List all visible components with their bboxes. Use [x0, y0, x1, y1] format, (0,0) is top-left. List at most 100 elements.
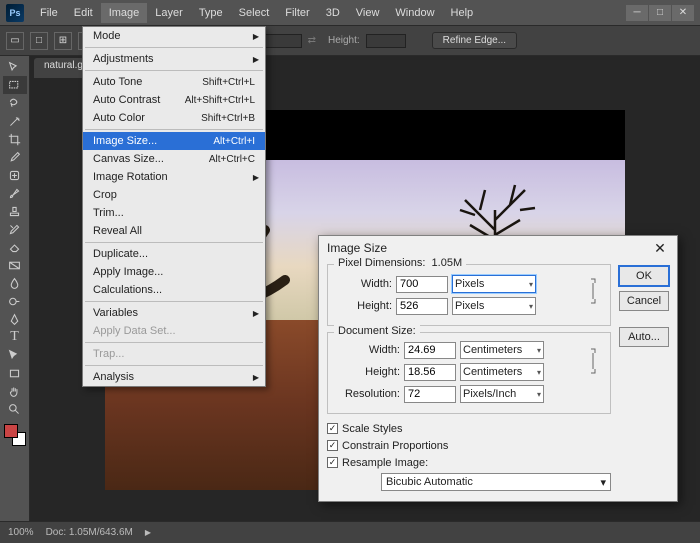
menu-item[interactable]: Apply Image...: [83, 263, 265, 281]
foreground-swatch[interactable]: [4, 424, 18, 438]
history-brush-icon[interactable]: [3, 220, 27, 238]
dodge-tool-icon[interactable]: [3, 292, 27, 310]
minimize-button[interactable]: ─: [626, 5, 648, 21]
tool-preset-icon[interactable]: ▭: [6, 32, 24, 50]
maximize-button[interactable]: □: [649, 5, 671, 21]
menu-edit[interactable]: Edit: [66, 3, 101, 23]
menu-item[interactable]: Calculations...: [83, 281, 265, 299]
menu-item[interactable]: Adjustments▶: [83, 50, 265, 68]
eyedropper-tool-icon[interactable]: [3, 148, 27, 166]
close-button[interactable]: ✕: [672, 5, 694, 21]
crop-tool-icon[interactable]: [3, 130, 27, 148]
menu-file[interactable]: File: [32, 3, 66, 23]
menu-item[interactable]: Mode▶: [83, 27, 265, 45]
lasso-tool-icon[interactable]: [3, 94, 27, 112]
height-label: Height:: [328, 35, 360, 46]
pixel-dim-title: Pixel Dimensions: 1.05M: [334, 257, 466, 269]
ok-button[interactable]: OK: [619, 266, 669, 286]
menu-item[interactable]: Image Rotation▶: [83, 168, 265, 186]
menu-item[interactable]: Variables▶: [83, 304, 265, 322]
menu-item[interactable]: Image Size...Alt+Ctrl+I: [83, 132, 265, 150]
selection-add-icon[interactable]: ⊞: [54, 32, 72, 50]
resample-method-select[interactable]: Bicubic Automatic▾: [381, 473, 611, 491]
px-width-input[interactable]: [396, 276, 448, 293]
zoom-tool-icon[interactable]: [3, 400, 27, 418]
menu-item[interactable]: Trim...: [83, 204, 265, 222]
type-tool-icon[interactable]: T: [3, 328, 27, 346]
marquee-tool-icon[interactable]: [3, 76, 27, 94]
resample-checkbox[interactable]: ✓: [327, 457, 338, 468]
color-swatches[interactable]: [4, 424, 26, 446]
app-logo: Ps: [6, 4, 24, 22]
cancel-button[interactable]: Cancel: [619, 291, 669, 311]
doc-height-input[interactable]: [404, 364, 456, 381]
constrain-label: Constrain Proportions: [342, 440, 448, 452]
px-height-input[interactable]: [396, 298, 448, 315]
menu-item: Apply Data Set...: [83, 322, 265, 340]
titlebar: Ps File Edit Image Layer Type Select Fil…: [0, 0, 700, 26]
px-width-unit-select[interactable]: Pixels▾: [452, 275, 536, 293]
gradient-tool-icon[interactable]: [3, 256, 27, 274]
menu-item[interactable]: Canvas Size...Alt+Ctrl+C: [83, 150, 265, 168]
height-input[interactable]: [366, 34, 406, 48]
constrain-checkbox[interactable]: ✓: [327, 440, 338, 451]
menu-item[interactable]: Crop: [83, 186, 265, 204]
path-tool-icon[interactable]: [3, 346, 27, 364]
resolution-label: Resolution:: [336, 388, 400, 400]
status-arrow-icon[interactable]: ▶: [145, 528, 151, 537]
width-input[interactable]: [262, 34, 302, 48]
menu-item[interactable]: Duplicate...: [83, 245, 265, 263]
menu-help[interactable]: Help: [443, 3, 482, 23]
hand-tool-icon[interactable]: [3, 382, 27, 400]
doc-width-input[interactable]: [404, 342, 456, 359]
px-height-label: Height:: [336, 300, 392, 312]
menu-item[interactable]: Auto ContrastAlt+Shift+Ctrl+L: [83, 91, 265, 109]
link-icon[interactable]: [588, 273, 602, 309]
pen-tool-icon[interactable]: [3, 310, 27, 328]
refine-edge-button[interactable]: Refine Edge...: [432, 32, 517, 49]
doc-height-unit-select[interactable]: Centimeters▾: [460, 363, 544, 381]
dialog-title: Image Size: [327, 241, 387, 255]
resolution-unit-select[interactable]: Pixels/Inch▾: [460, 385, 544, 403]
window-controls: ─ □ ✕: [626, 5, 694, 21]
tools-panel: T: [0, 56, 30, 521]
auto-button[interactable]: Auto...: [619, 327, 669, 347]
menu-item[interactable]: Analysis▶: [83, 368, 265, 386]
document-size-group: Document Size: Width: Centimeters▾ Heigh…: [327, 332, 611, 414]
move-tool-icon[interactable]: [3, 58, 27, 76]
doc-width-unit-select[interactable]: Centimeters▾: [460, 341, 544, 359]
scale-styles-checkbox[interactable]: ✓: [327, 423, 338, 434]
menu-item: Trap...: [83, 345, 265, 363]
menu-layer[interactable]: Layer: [147, 3, 191, 23]
shape-tool-icon[interactable]: [3, 364, 27, 382]
menu-item[interactable]: Auto ToneShift+Ctrl+L: [83, 73, 265, 91]
doc-size-title: Document Size:: [334, 325, 420, 337]
menu-item[interactable]: Auto ColorShift+Ctrl+B: [83, 109, 265, 127]
px-height-unit-select[interactable]: Pixels▾: [452, 297, 536, 315]
brush-tool-icon[interactable]: [3, 184, 27, 202]
healing-tool-icon[interactable]: [3, 166, 27, 184]
resolution-input[interactable]: [404, 386, 456, 403]
image-size-dialog: Image Size ✕ Pixel Dimensions: 1.05M Wid…: [318, 235, 678, 502]
swap-icon[interactable]: ⇄: [308, 35, 316, 46]
menu-image[interactable]: Image: [101, 3, 148, 23]
selection-new-icon[interactable]: □: [30, 32, 48, 50]
wand-tool-icon[interactable]: [3, 112, 27, 130]
menu-select[interactable]: Select: [231, 3, 278, 23]
link-icon[interactable]: [588, 339, 602, 383]
menu-window[interactable]: Window: [387, 3, 442, 23]
stamp-tool-icon[interactable]: [3, 202, 27, 220]
menu-item[interactable]: Reveal All: [83, 222, 265, 240]
eraser-tool-icon[interactable]: [3, 238, 27, 256]
dialog-close-button[interactable]: ✕: [651, 239, 669, 257]
blur-tool-icon[interactable]: [3, 274, 27, 292]
menu-view[interactable]: View: [348, 3, 388, 23]
menu-type[interactable]: Type: [191, 3, 231, 23]
menu-3d[interactable]: 3D: [318, 3, 348, 23]
image-menu-dropdown: Mode▶Adjustments▶Auto ToneShift+Ctrl+LAu…: [82, 26, 266, 387]
menu-filter[interactable]: Filter: [277, 3, 317, 23]
menubar: File Edit Image Layer Type Select Filter…: [32, 3, 481, 23]
zoom-level[interactable]: 100%: [8, 527, 34, 538]
doc-size-status: Doc: 1.05M/643.6M: [46, 527, 133, 538]
scale-styles-label: Scale Styles: [342, 423, 403, 435]
